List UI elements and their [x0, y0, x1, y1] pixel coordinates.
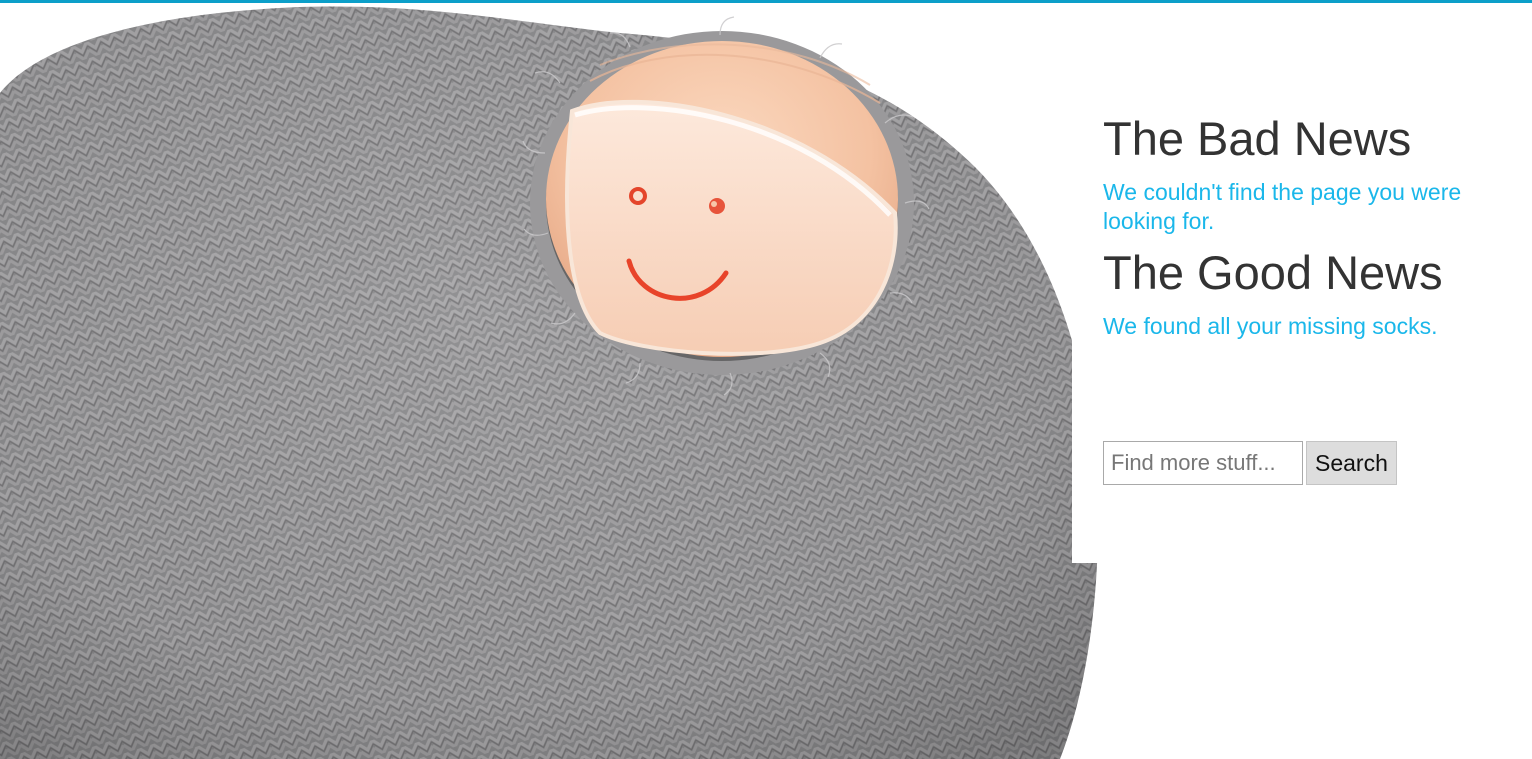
error-content: The Bad News We couldn't find the page y…	[1103, 108, 1513, 485]
good-news-title: The Good News	[1103, 246, 1443, 299]
hero-sock-image	[0, 3, 1110, 759]
good-news-text: We found all your missing socks.	[1103, 313, 1438, 339]
bad-news-text: We couldn't find the page you were looki…	[1103, 179, 1462, 234]
search-button[interactable]: Search	[1306, 441, 1397, 485]
bad-news-title: The Bad News	[1103, 112, 1412, 165]
search-form: Search	[1103, 441, 1397, 485]
top-accent-bar	[0, 0, 1532, 3]
search-input[interactable]	[1103, 441, 1303, 485]
page: The Bad News We couldn't find the page y…	[0, 0, 1532, 759]
sock-toe-smiley-icon	[0, 6, 1099, 759]
